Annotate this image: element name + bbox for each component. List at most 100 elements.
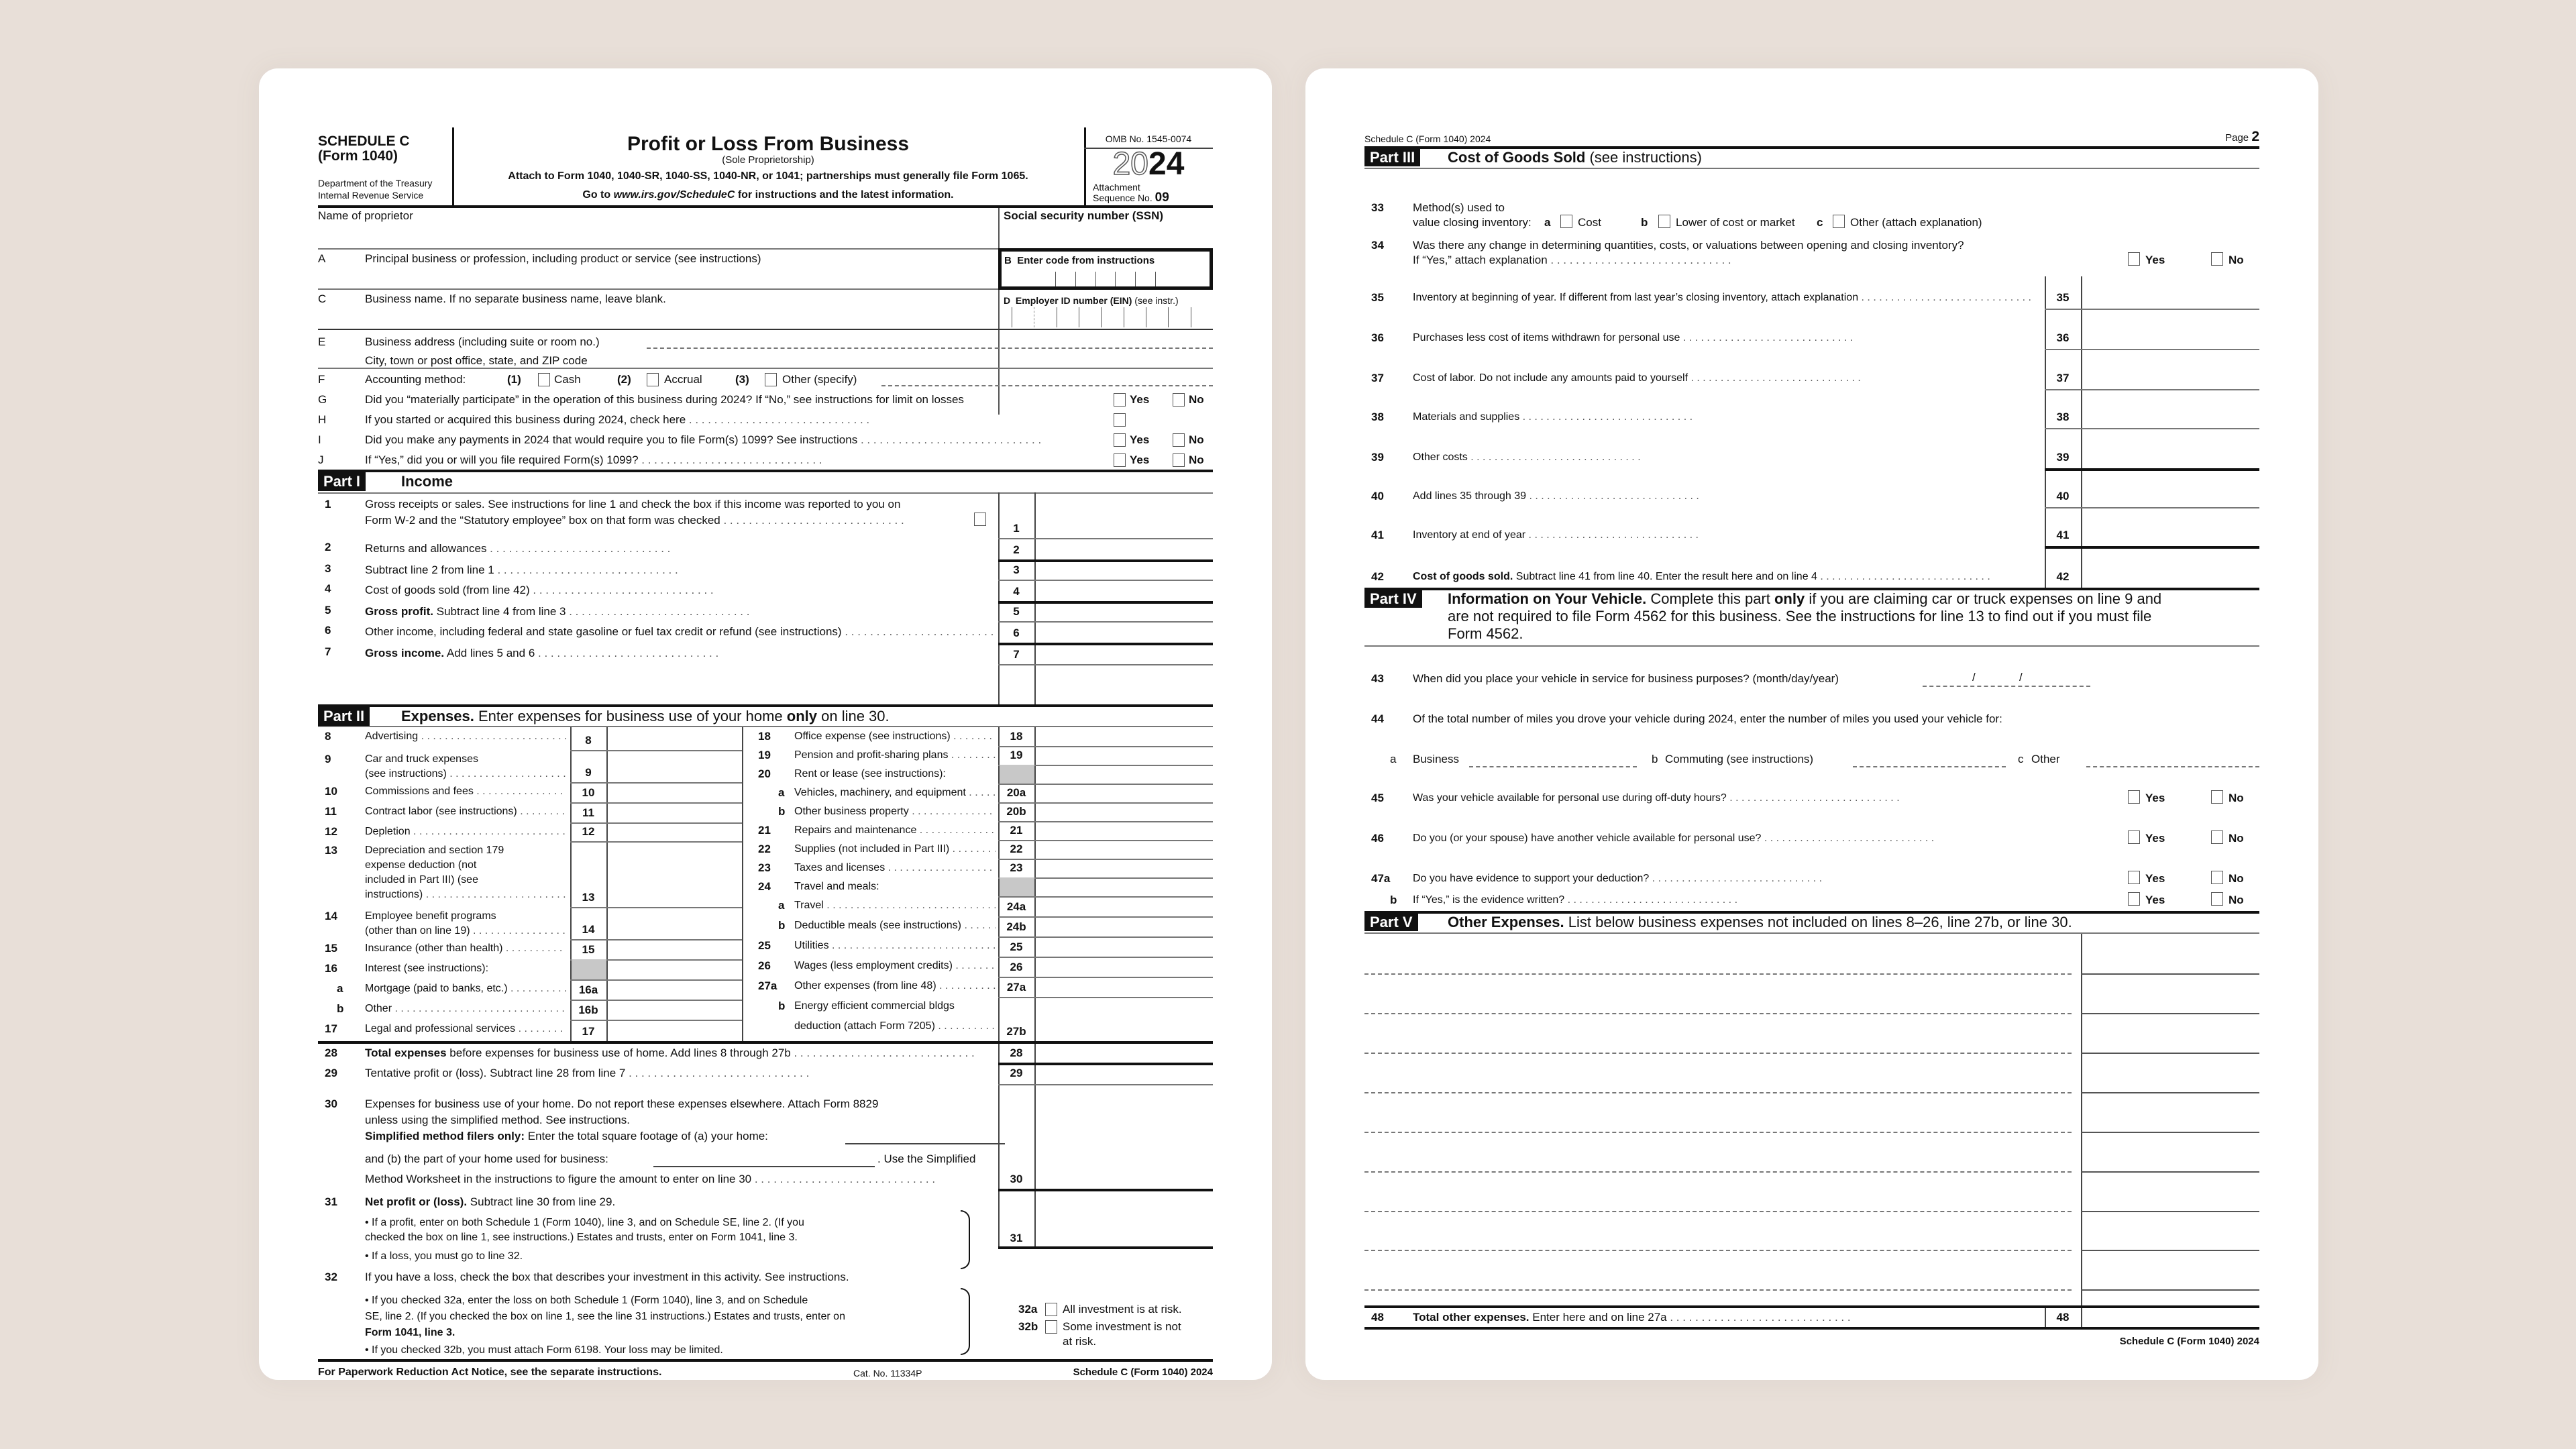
line-47a-no-checkbox[interactable]: [2211, 871, 2223, 884]
line-9-amount-field[interactable]: [608, 750, 742, 782]
accrual-checkbox[interactable]: [647, 373, 659, 386]
j-no-checkbox[interactable]: [1173, 453, 1185, 467]
line-36-amount-field[interactable]: [2082, 309, 2259, 349]
statutory-employee-checkbox[interactable]: [974, 513, 986, 526]
other-expense-description-field[interactable]: [1364, 1250, 2072, 1251]
city-field[interactable]: [600, 353, 1213, 366]
business-name-field[interactable]: [365, 307, 989, 327]
j-yes-checkbox[interactable]: [1114, 453, 1126, 467]
other-expense-description-field[interactable]: [1364, 1171, 2072, 1173]
line-19-amount-field[interactable]: [1036, 746, 1213, 765]
line-14-amount-field[interactable]: [608, 907, 742, 939]
other-inventory-checkbox[interactable]: [1833, 215, 1845, 228]
line-47a-yes-checkbox[interactable]: [2128, 871, 2140, 884]
line-30-amount-field[interactable]: [1036, 1085, 1213, 1189]
line-27a-amount-field[interactable]: [1036, 977, 1213, 997]
other-expense-amount-field[interactable]: [2082, 1252, 2259, 1288]
other-expense-amount-field[interactable]: [2082, 1213, 2259, 1248]
h-started-checkbox[interactable]: [1114, 413, 1126, 427]
other-expense-description-field[interactable]: [1364, 1013, 2072, 1014]
line-23-amount-field[interactable]: [1036, 859, 1213, 877]
i-yes-checkbox[interactable]: [1114, 433, 1126, 447]
line-34-yes-checkbox[interactable]: [2128, 252, 2140, 266]
ssn-field[interactable]: [1004, 223, 1213, 248]
line-12-amount-field[interactable]: [608, 822, 742, 841]
line-18-amount-field[interactable]: [1036, 727, 1213, 746]
lower-cost-checkbox[interactable]: [1658, 215, 1670, 228]
line-39-amount-field[interactable]: [2082, 428, 2259, 468]
line-27b-amount-field[interactable]: [1036, 997, 1213, 1041]
line-11-amount-field[interactable]: [608, 802, 742, 822]
line-21-amount-field[interactable]: [1036, 821, 1213, 840]
line-24b-amount-field[interactable]: [1036, 916, 1213, 936]
other-expense-amount-field[interactable]: [2082, 976, 2259, 1012]
line-34-no-checkbox[interactable]: [2211, 252, 2223, 266]
line-28-amount-field[interactable]: [1036, 1044, 1213, 1063]
line-38-amount-field[interactable]: [2082, 389, 2259, 428]
business-sqft-field[interactable]: [653, 1166, 875, 1167]
line-42-amount-field[interactable]: [2082, 546, 2259, 588]
other-expense-amount-field[interactable]: [2082, 1055, 2259, 1091]
other-expense-amount-field[interactable]: [2082, 1016, 2259, 1051]
line-35-amount-field[interactable]: [2082, 276, 2259, 309]
line-40-amount-field[interactable]: [2082, 468, 2259, 507]
line-16a-amount-field[interactable]: [608, 979, 742, 1000]
g-yes-checkbox[interactable]: [1114, 393, 1126, 407]
line-24a-amount-field[interactable]: [1036, 896, 1213, 916]
line-10-amount-field[interactable]: [608, 782, 742, 802]
line-41-amount-field[interactable]: [2082, 507, 2259, 546]
line-46-no-checkbox[interactable]: [2211, 830, 2223, 844]
other-miles-field[interactable]: [2086, 766, 2259, 767]
line-13-amount-field[interactable]: [608, 841, 742, 907]
line-46-yes-checkbox[interactable]: [2128, 830, 2140, 844]
business-miles-field[interactable]: [1469, 766, 1637, 767]
line-b-yes-checkbox[interactable]: [2128, 892, 2140, 906]
business-address-field[interactable]: [647, 347, 1213, 349]
principal-business-field[interactable]: [365, 267, 989, 288]
g-no-checkbox[interactable]: [1173, 393, 1185, 407]
line-16b-amount-field[interactable]: [608, 1000, 742, 1020]
line-32b-checkbox[interactable]: [1045, 1320, 1057, 1334]
line-20a-amount-field[interactable]: [1036, 784, 1213, 802]
line-b-no-checkbox[interactable]: [2211, 892, 2223, 906]
home-sqft-field[interactable]: [845, 1143, 1005, 1144]
other-expense-description-field[interactable]: [1364, 1092, 2072, 1093]
line-20b-amount-field[interactable]: [1036, 802, 1213, 821]
line-8-amount-field[interactable]: [608, 727, 742, 750]
line-4-amount-field[interactable]: [1036, 580, 1213, 601]
other-expense-amount-field[interactable]: [2082, 1095, 2259, 1130]
other-expense-description-field[interactable]: [1364, 973, 2072, 975]
line-1-amount-field[interactable]: [1036, 495, 1213, 538]
line-5-amount-field[interactable]: [1036, 601, 1213, 621]
i-no-checkbox[interactable]: [1173, 433, 1185, 447]
line-29-amount-field[interactable]: [1036, 1065, 1213, 1084]
line-31-amount-field[interactable]: [1036, 1191, 1213, 1246]
line-6-amount-field[interactable]: [1036, 621, 1213, 643]
line-7-amount-field[interactable]: [1036, 643, 1213, 664]
line-48-amount-field[interactable]: [2082, 1308, 2259, 1327]
other-expense-amount-field[interactable]: [2082, 936, 2259, 972]
line-22-amount-field[interactable]: [1036, 840, 1213, 859]
other-expense-description-field[interactable]: [1364, 1132, 2072, 1133]
ein-field[interactable]: [1012, 307, 1213, 327]
line-2-amount-field[interactable]: [1036, 538, 1213, 559]
other-method-checkbox[interactable]: [765, 373, 777, 386]
cost-checkbox[interactable]: [1560, 215, 1572, 228]
business-code-field[interactable]: [1055, 272, 1156, 286]
line-25-amount-field[interactable]: [1036, 936, 1213, 957]
cash-checkbox[interactable]: [538, 373, 550, 386]
other-expense-amount-field[interactable]: [2082, 1134, 2259, 1170]
other-expense-amount-field[interactable]: [2082, 1174, 2259, 1210]
line-15-amount-field[interactable]: [608, 939, 742, 959]
other-expense-description-field[interactable]: [1364, 1053, 2072, 1054]
line-3-amount-field[interactable]: [1036, 559, 1213, 580]
in-service-date-field[interactable]: [1923, 686, 2090, 687]
irs-link[interactable]: www.irs.gov/ScheduleC: [614, 189, 735, 201]
line-45-no-checkbox[interactable]: [2211, 790, 2223, 804]
line-32a-checkbox[interactable]: [1045, 1303, 1057, 1316]
name-field[interactable]: [318, 223, 998, 248]
other-method-field[interactable]: [881, 385, 1213, 386]
commuting-miles-field[interactable]: [1853, 766, 2006, 767]
line-45-yes-checkbox[interactable]: [2128, 790, 2140, 804]
line-26-amount-field[interactable]: [1036, 957, 1213, 977]
